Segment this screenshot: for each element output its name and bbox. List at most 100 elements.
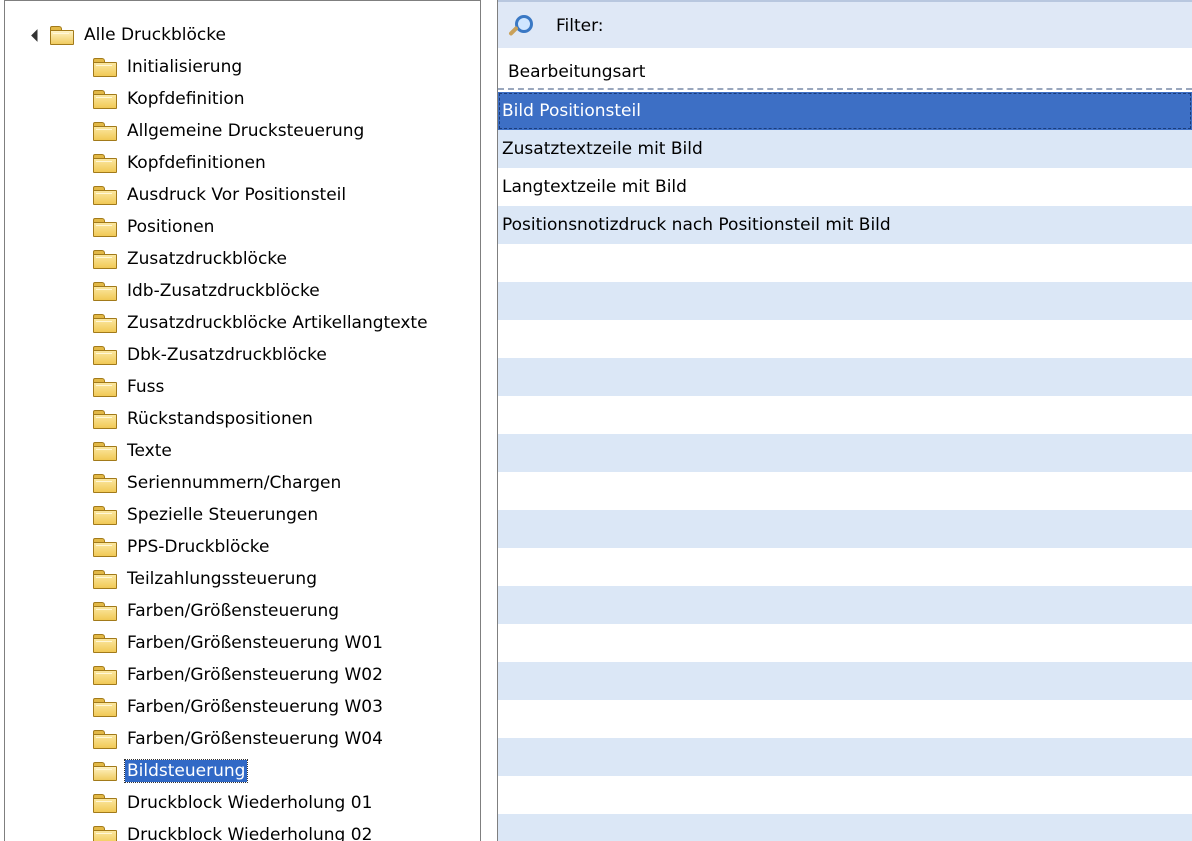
list-row[interactable]: Bild Positionsteil bbox=[498, 92, 1192, 130]
filter-bar: Filter: bbox=[498, 0, 1192, 48]
folder-open-icon bbox=[50, 26, 74, 45]
folder-icon bbox=[93, 250, 117, 269]
tree-item[interactable]: Bildsteuerung bbox=[93, 755, 249, 787]
expand-collapse-icon[interactable] bbox=[31, 28, 44, 42]
folder-icon bbox=[93, 570, 117, 589]
folder-icon bbox=[93, 538, 117, 557]
tree-item-label: Texte bbox=[127, 441, 172, 461]
tree-item[interactable]: Positionen bbox=[93, 211, 216, 243]
folder-icon bbox=[93, 666, 117, 685]
tree-item[interactable]: Farben/Größensteuerung W02 bbox=[93, 659, 385, 691]
tree-item[interactable]: Teilzahlungssteuerung bbox=[93, 563, 319, 595]
tree-item-label: Kopfdefinitionen bbox=[127, 153, 266, 173]
empty-list-row bbox=[498, 320, 1192, 358]
tree-item-label: Farben/Größensteuerung W04 bbox=[127, 729, 383, 749]
tree-item-label: Positionen bbox=[127, 217, 215, 237]
empty-list-row bbox=[498, 396, 1192, 434]
empty-list-row bbox=[498, 282, 1192, 320]
folder-icon bbox=[93, 154, 117, 173]
folder-icon bbox=[93, 794, 117, 813]
folder-icon bbox=[93, 58, 117, 77]
tree-item-label: Fuss bbox=[127, 377, 165, 397]
folder-icon bbox=[93, 506, 117, 525]
tree-item[interactable]: Zusatzdruckblöcke Artikellangtexte bbox=[93, 307, 430, 339]
folder-icon bbox=[93, 634, 117, 653]
folder-icon bbox=[93, 698, 117, 717]
tree-item[interactable]: Kopfdefinition bbox=[93, 83, 247, 115]
tree-item-label: Zusatzdruckblöcke Artikellangtexte bbox=[127, 313, 428, 333]
tree-item[interactable]: Allgemeine Drucksteuerung bbox=[93, 115, 366, 147]
empty-list-row bbox=[498, 700, 1192, 738]
empty-list-row bbox=[498, 586, 1192, 624]
tree-item-label: Farben/Größensteuerung W02 bbox=[127, 665, 383, 685]
folder-icon bbox=[93, 314, 117, 333]
tree-item-label: Allgemeine Drucksteuerung bbox=[127, 121, 365, 141]
folder-icon bbox=[93, 730, 117, 749]
tree-item[interactable]: Seriennummern/Chargen bbox=[93, 467, 343, 499]
empty-list-row bbox=[498, 624, 1192, 662]
list-row[interactable]: Positionsnotizdruck nach Positionsteil m… bbox=[498, 206, 1192, 244]
tree-item-label: PPS-Druckblöcke bbox=[127, 537, 270, 557]
empty-list-row bbox=[498, 814, 1192, 841]
tree-item-label: Bildsteuerung bbox=[123, 759, 249, 783]
tree-item[interactable]: Farben/Größensteuerung W04 bbox=[93, 723, 385, 755]
tree-item[interactable]: Texte bbox=[93, 435, 174, 467]
empty-list-row bbox=[498, 358, 1192, 396]
tree-item-label: Dbk-Zusatzdruckblöcke bbox=[127, 345, 327, 365]
tree-item-label: Druckblock Wiederholung 02 bbox=[127, 825, 373, 841]
tree-item-label: Teilzahlungssteuerung bbox=[127, 569, 317, 589]
folder-open-icon bbox=[93, 762, 117, 781]
folder-icon bbox=[93, 90, 117, 109]
column-header-bearbeitungsart[interactable]: Bearbeitungsart bbox=[498, 56, 1192, 90]
empty-list-row bbox=[498, 738, 1192, 776]
folder-icon bbox=[93, 378, 117, 397]
tree-item[interactable]: Spezielle Steuerungen bbox=[93, 499, 320, 531]
tree-item-label: Kopfdefinition bbox=[127, 89, 245, 109]
tree-item-label: Farben/Größensteuerung bbox=[127, 601, 340, 621]
list-row[interactable]: Zusatztextzeile mit Bild bbox=[498, 130, 1192, 168]
tree-item-label: Initialisierung bbox=[127, 57, 243, 77]
tree-root-item[interactable]: Alle Druckblöcke bbox=[31, 19, 228, 51]
filter-input[interactable] bbox=[498, 10, 1192, 43]
tree-item[interactable]: Initialisierung bbox=[93, 51, 244, 83]
tree-item[interactable]: Rückstandspositionen bbox=[93, 403, 315, 435]
tree-item[interactable]: Druckblock Wiederholung 01 bbox=[93, 787, 374, 819]
folder-icon bbox=[93, 442, 117, 461]
empty-list-row bbox=[498, 662, 1192, 700]
tree-item[interactable]: Farben/Größensteuerung W01 bbox=[93, 627, 385, 659]
tree-item[interactable]: Dbk-Zusatzdruckblöcke bbox=[93, 339, 329, 371]
folder-icon bbox=[93, 410, 117, 429]
tree-item-label: Rückstandspositionen bbox=[127, 409, 313, 429]
tree-root-label: Alle Druckblöcke bbox=[84, 25, 226, 45]
empty-list-row bbox=[498, 548, 1192, 586]
tree-item[interactable]: Idb-Zusatzdruckblöcke bbox=[93, 275, 322, 307]
list-panel: Filter: Bearbeitungsart Bild Positionste… bbox=[497, 0, 1192, 841]
folder-icon bbox=[93, 602, 117, 621]
tree-item[interactable]: Fuss bbox=[93, 371, 166, 403]
tree-item[interactable]: Farben/Größensteuerung bbox=[93, 595, 341, 627]
tree-panel[interactable]: Alle Druckblöcke Initialisierung Kopfdefi… bbox=[4, 0, 481, 841]
folder-icon bbox=[93, 218, 117, 237]
tree-item[interactable]: Kopfdefinitionen bbox=[93, 147, 268, 179]
tree-item-label: Farben/Größensteuerung W01 bbox=[127, 633, 383, 653]
tree-item[interactable]: Druckblock Wiederholung 02 bbox=[93, 819, 374, 841]
folder-icon bbox=[93, 122, 117, 141]
tree-item-label: Idb-Zusatzdruckblöcke bbox=[127, 281, 320, 301]
tree-item[interactable]: PPS-Druckblöcke bbox=[93, 531, 271, 563]
tree-item[interactable]: Farben/Größensteuerung W03 bbox=[93, 691, 385, 723]
tree-item-label: Ausdruck Vor Positionsteil bbox=[127, 185, 347, 205]
tree-item[interactable]: Ausdruck Vor Positionsteil bbox=[93, 179, 348, 211]
empty-list-row bbox=[498, 244, 1192, 282]
empty-list-row bbox=[498, 776, 1192, 814]
list-rows: Bild Positionsteil Zusatztextzeile mit Bi… bbox=[498, 92, 1192, 841]
tree-item[interactable]: Zusatzdruckblöcke bbox=[93, 243, 289, 275]
empty-list-row bbox=[498, 510, 1192, 548]
list-row[interactable]: Langtextzeile mit Bild bbox=[498, 168, 1192, 206]
tree-item-label: Farben/Größensteuerung W03 bbox=[127, 697, 383, 717]
tree-item-label: Seriennummern/Chargen bbox=[127, 473, 342, 493]
folder-icon bbox=[93, 346, 117, 365]
tree-item-label: Zusatzdruckblöcke bbox=[127, 249, 287, 269]
empty-list-row bbox=[498, 434, 1192, 472]
folder-icon bbox=[93, 282, 117, 301]
tree-item-label: Spezielle Steuerungen bbox=[127, 505, 319, 525]
